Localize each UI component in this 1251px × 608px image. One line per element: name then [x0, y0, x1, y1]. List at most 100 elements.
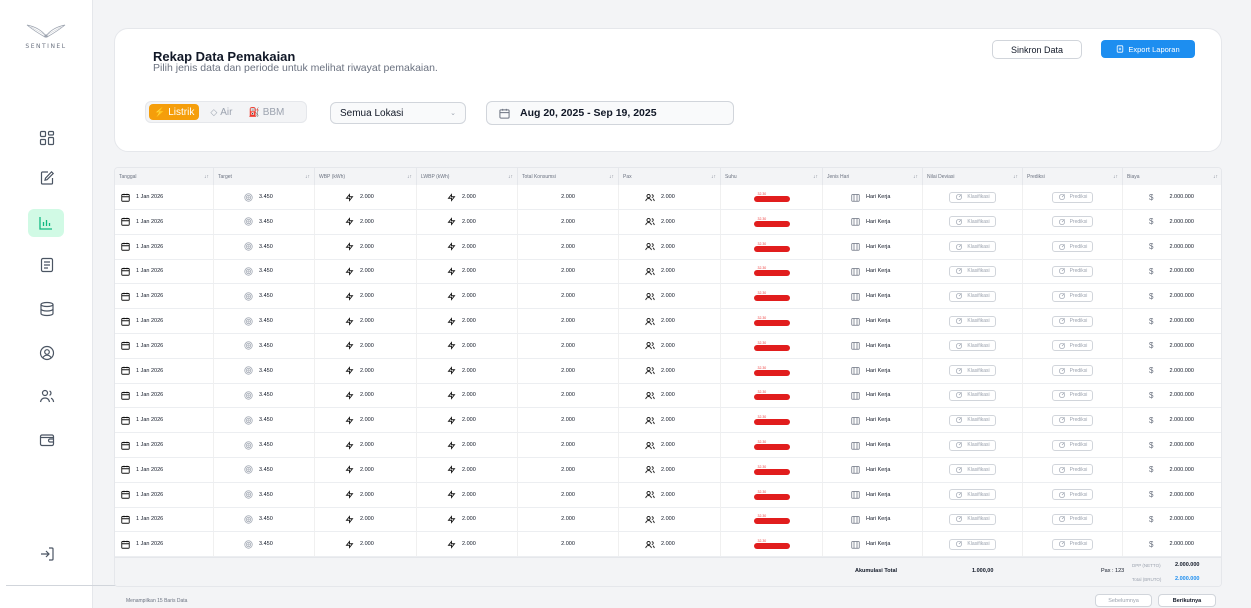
table-cell: 2.000: [518, 532, 619, 557]
table-row[interactable]: 1 Jan 2026 3.450 2.000 2.000 2.000 2.000 32.30…: [115, 532, 1221, 558]
predict-button[interactable]: Prediksi: [1051, 315, 1094, 327]
column-header[interactable]: Pax ↓↑: [619, 168, 721, 185]
predict-button[interactable]: Prediksi: [1051, 439, 1094, 451]
table-cell: 1 Jan 2026: [115, 457, 214, 482]
currency-icon: $: [1149, 217, 1154, 227]
pax-icon: [645, 267, 655, 276]
column-header[interactable]: WBP (kWh) ↓↑: [315, 168, 417, 185]
table-row[interactable]: 1 Jan 2026 3.450 2.000 2.000 2.000 2.000 32.30…: [115, 234, 1221, 260]
table-row[interactable]: 1 Jan 2026 3.450 2.000 2.000 2.000 2.000 32.30…: [115, 383, 1221, 409]
predict-button[interactable]: Prediksi: [1051, 538, 1094, 550]
location-select[interactable]: Semua Lokasi ⌄: [330, 102, 466, 124]
classify-button[interactable]: Klasifikasi: [949, 464, 996, 476]
nav-report[interactable]: [34, 252, 60, 278]
classify-icon: [956, 516, 963, 523]
cell-jenis-hari: Hari Kerja: [866, 516, 891, 523]
nav-wallet[interactable]: [34, 427, 60, 453]
nav-users[interactable]: [34, 383, 60, 409]
table-row[interactable]: 1 Jan 2026 3.450 2.000 2.000 2.000 2.000 32.30…: [115, 185, 1221, 210]
classify-button[interactable]: Klasifikasi: [949, 216, 996, 228]
predict-button[interactable]: Prediksi: [1051, 414, 1094, 426]
predict-button[interactable]: Prediksi: [1051, 389, 1094, 401]
cell-wbp: 2.000: [360, 293, 374, 300]
nav-database[interactable]: [34, 296, 60, 322]
nav-input[interactable]: [34, 165, 60, 191]
table-row[interactable]: 1 Jan 2026 3.450 2.000 2.000 2.000 2.000 32.30…: [115, 358, 1221, 384]
sync-button[interactable]: Sinkron Data: [992, 40, 1082, 59]
column-header[interactable]: Prediksi ↓↑: [1023, 168, 1123, 185]
table-row[interactable]: 1 Jan 2026 3.450 2.000 2.000 2.000 2.000 32.30…: [115, 209, 1221, 235]
predict-button[interactable]: Prediksi: [1051, 290, 1094, 302]
classify-icon: [1058, 194, 1065, 200]
classify-button[interactable]: Klasifikasi: [949, 414, 996, 426]
predict-button[interactable]: Prediksi: [1051, 191, 1094, 203]
predict-button[interactable]: Prediksi: [1051, 489, 1094, 501]
date-range-picker[interactable]: Aug 20, 2025 - Sep 19, 2025: [486, 101, 734, 125]
tab-air[interactable]: ◇ Air: [205, 104, 237, 120]
cell-biaya: 2.000.000: [1169, 392, 1194, 399]
column-header[interactable]: Suhu ↓↑: [721, 168, 823, 185]
table-row[interactable]: 1 Jan 2026 3.450 2.000 2.000 2.000 2.000 32.30…: [115, 482, 1221, 508]
table-cell: 2.000: [315, 333, 417, 358]
nav-logout[interactable]: [34, 541, 60, 567]
column-header[interactable]: Total Konsumsi ↓↑: [518, 168, 619, 185]
table-cell: 2.000: [518, 185, 619, 209]
cell-total: 2.000: [561, 268, 575, 275]
tab-listrik[interactable]: ⚡ Listrik: [149, 104, 200, 120]
classify-button[interactable]: Klasifikasi: [949, 265, 996, 277]
tab-bbm[interactable]: ⛽ BBM: [244, 104, 290, 120]
target-icon: [244, 267, 253, 276]
table-row[interactable]: 1 Jan 2026 3.450 2.000 2.000 2.000 2.000 32.30…: [115, 259, 1221, 285]
classify-button[interactable]: Klasifikasi: [949, 290, 996, 302]
predict-button[interactable]: Prediksi: [1051, 464, 1094, 476]
cell-lwbp: 2.000: [462, 218, 476, 225]
cell-target: 3.450: [259, 268, 273, 275]
nav-profile[interactable]: [34, 340, 60, 366]
column-header[interactable]: Target ↓↑: [214, 168, 315, 185]
classify-button[interactable]: Klasifikasi: [949, 439, 996, 451]
table-row[interactable]: 1 Jan 2026 3.450 2.000 2.000 2.000 2.000 32.30…: [115, 309, 1221, 334]
classify-button[interactable]: Klasifikasi: [949, 241, 996, 253]
table-row[interactable]: 1 Jan 2026 3.450 2.000 2.000 2.000 2.000 32.30…: [115, 284, 1221, 310]
column-header[interactable]: Biaya ↓↑: [1123, 168, 1221, 185]
table-row[interactable]: 1 Jan 2026 3.450 2.000 2.000 2.000 2.000 32.30…: [115, 457, 1221, 483]
table-row[interactable]: 1 Jan 2026 3.450 2.000 2.000 2.000 2.000 32.30…: [115, 433, 1221, 458]
prev-page-button[interactable]: Sebelumnya: [1095, 594, 1152, 607]
table-row[interactable]: 1 Jan 2026 3.450 2.000 2.000 2.000 2.000 32.30…: [115, 507, 1221, 533]
classify-button[interactable]: Klasifikasi: [949, 191, 996, 203]
predict-button[interactable]: Prediksi: [1051, 265, 1094, 277]
calendar-icon: [499, 108, 510, 119]
cell-biaya: 2.000.000: [1169, 342, 1194, 349]
predict-button[interactable]: Prediksi: [1051, 365, 1094, 377]
cell-jenis-hari: Hari Kerja: [866, 392, 891, 399]
energy-icon: [447, 415, 456, 425]
table-cell: 2.000: [619, 383, 721, 408]
column-header[interactable]: Jenis Hari ↓↑: [823, 168, 923, 185]
classify-icon: [956, 268, 963, 275]
column-header[interactable]: Nilai Deviasi ↓↑: [923, 168, 1023, 185]
classify-button[interactable]: Klasifikasi: [949, 365, 996, 377]
classify-button[interactable]: Klasifikasi: [949, 513, 996, 525]
cell-jenis-hari: Hari Kerja: [866, 243, 891, 250]
table-row[interactable]: 1 Jan 2026 3.450 2.000 2.000 2.000 2.000 32.30…: [115, 333, 1221, 359]
temperature-bar: [753, 270, 790, 277]
nav-rekap[interactable]: [28, 209, 64, 237]
classify-button[interactable]: Klasifikasi: [949, 538, 996, 550]
export-button[interactable]: Export Laporan: [1101, 40, 1195, 58]
classify-button[interactable]: Klasifikasi: [949, 389, 996, 401]
classify-button[interactable]: Klasifikasi: [949, 489, 996, 501]
predict-button[interactable]: Prediksi: [1051, 340, 1094, 352]
predict-button[interactable]: Prediksi: [1051, 513, 1094, 525]
predict-button[interactable]: Prediksi: [1051, 216, 1094, 228]
logo: SENTINEL: [16, 22, 76, 50]
column-header[interactable]: Tanggal ↓↑: [115, 168, 214, 185]
classify-button[interactable]: Klasifikasi: [949, 315, 996, 327]
next-page-button[interactable]: Berikutnya: [1158, 594, 1216, 607]
column-header[interactable]: LWBP (kWh) ↓↑: [417, 168, 518, 185]
cell-target: 3.450: [259, 243, 273, 250]
nav-dashboard[interactable]: [34, 125, 60, 151]
classify-button[interactable]: Klasifikasi: [949, 340, 996, 352]
table-row[interactable]: 1 Jan 2026 3.450 2.000 2.000 2.000 2.000 32.30…: [115, 408, 1221, 434]
currency-icon: $: [1149, 366, 1154, 376]
predict-button[interactable]: Prediksi: [1051, 241, 1094, 253]
